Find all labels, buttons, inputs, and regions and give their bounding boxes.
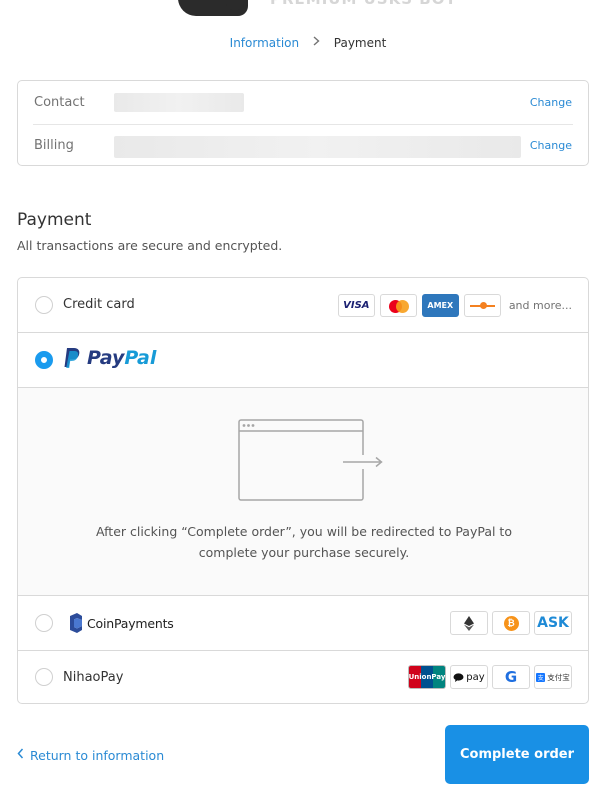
billing-label: Billing (34, 138, 74, 153)
billing-change-link[interactable]: Change (530, 139, 572, 152)
coinpayments-mark-icon (70, 613, 82, 633)
card-icons: VISA AMEX and more... (337, 293, 572, 317)
coinpayments-label: CoinPayments (87, 615, 174, 631)
credit-card-radio[interactable] (35, 296, 53, 314)
contact-label: Contact (34, 95, 85, 110)
visa-icon: VISA (337, 293, 375, 317)
mastercard-icon (379, 293, 417, 317)
paypal-logo[interactable]: PayPal (63, 347, 156, 369)
contact-change-link[interactable]: Change (530, 96, 572, 109)
payment-method-credit-card[interactable]: Credit card VISA AMEX and more... (18, 278, 588, 333)
paypal-radio[interactable] (35, 351, 53, 369)
nihaopay-label[interactable]: NihaoPay (63, 670, 123, 685)
crypto-icons: ₿ ASK (450, 611, 572, 635)
paypal-label-pay: Pay (87, 347, 125, 369)
review-billing-row: Billing Change (18, 124, 588, 167)
chevron-right-icon (313, 35, 320, 50)
discover-icon (463, 293, 501, 317)
payment-methods: Credit card VISA AMEX and more... PayPal (17, 277, 589, 704)
header-brand[interactable]: PREMIUM USKS BOT (0, 0, 616, 18)
coinpayments-radio[interactable] (35, 614, 53, 632)
and-more-text: and more... (508, 298, 572, 312)
breadcrumb-payment: Payment (333, 35, 387, 50)
paypal-p-icon (64, 348, 80, 368)
amex-icon: AMEX (421, 293, 459, 317)
nihaopay-radio[interactable] (35, 668, 53, 686)
browser-redirect-icon (238, 419, 388, 501)
g-pay-icon: G (492, 665, 530, 689)
payment-title: Payment (17, 210, 92, 230)
payment-method-paypal[interactable]: PayPal (18, 333, 588, 388)
breadcrumb: Information Payment (0, 35, 616, 50)
ask-coin-icon: ASK (534, 611, 572, 635)
payment-method-coinpayments[interactable]: CoinPayments ₿ ASK (18, 596, 588, 651)
contact-value-redacted (114, 93, 244, 112)
breadcrumb-information[interactable]: Information (230, 36, 299, 50)
alipay-mark-icon: 支 (536, 672, 546, 682)
credit-card-label[interactable]: Credit card (63, 297, 135, 312)
chevron-left-icon (17, 747, 24, 763)
payment-subtitle: All transactions are secure and encrypte… (17, 238, 283, 253)
payment-method-nihaopay[interactable]: NihaoPay UnionPay pay G 支支付宝 (18, 651, 588, 703)
billing-value-redacted (114, 136, 521, 158)
wechat-pay-icon: pay (450, 665, 488, 689)
paypal-label-pal: Pal (124, 347, 157, 369)
ethereum-icon (450, 611, 488, 635)
paypal-redirect-panel: After clicking “Complete order”, you wil… (18, 388, 588, 596)
complete-order-button[interactable]: Complete order (445, 725, 589, 784)
coinpayments-logo[interactable]: CoinPayments (68, 612, 174, 634)
return-label[interactable]: Return to information (30, 748, 164, 763)
review-block: Contact Change Billing Change (17, 80, 589, 166)
bitcoin-icon: ₿ (492, 611, 530, 635)
review-divider (33, 124, 573, 125)
brand-logo-icon (178, 0, 248, 16)
unionpay-icon: UnionPay (408, 665, 446, 689)
alipay-icon: 支支付宝 (534, 665, 572, 689)
nihaopay-icons: UnionPay pay G 支支付宝 (408, 665, 572, 689)
brand-text: PREMIUM USKS BOT (270, 0, 457, 8)
paypal-redirect-text: After clicking “Complete order”, you wil… (96, 524, 512, 560)
return-to-information-link[interactable]: Return to information (17, 747, 164, 763)
alipay-label: 支付宝 (547, 672, 570, 682)
review-contact-row: Contact Change (18, 81, 588, 124)
wechat-pay-label: pay (466, 671, 485, 683)
